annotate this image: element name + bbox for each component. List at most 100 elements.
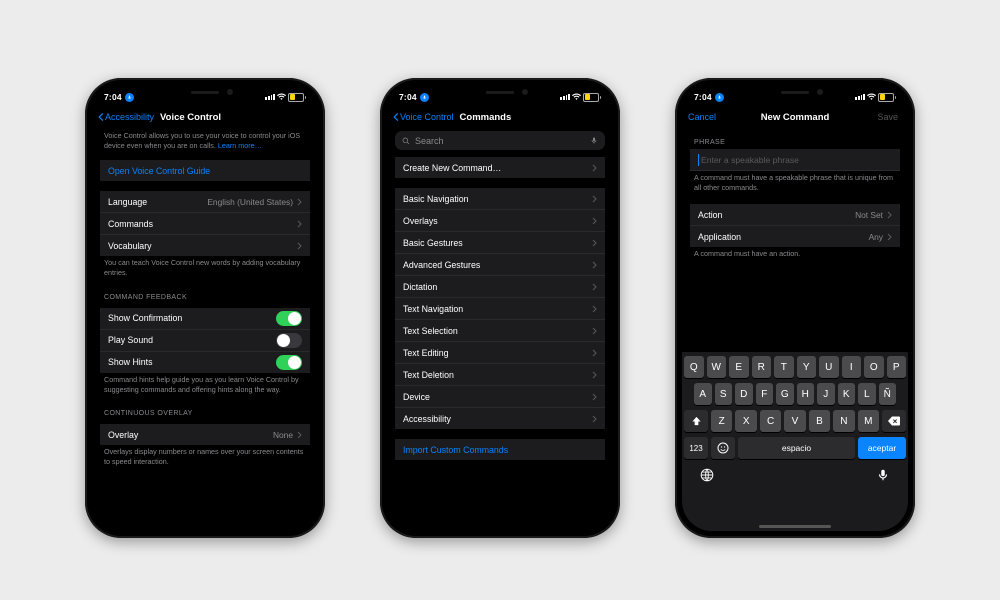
space-key[interactable]: espacio: [738, 437, 855, 459]
microphone-icon: [876, 468, 890, 482]
key[interactable]: P: [887, 356, 907, 378]
key[interactable]: W: [707, 356, 727, 378]
open-guide-row[interactable]: Open Voice Control Guide: [100, 160, 310, 181]
phone-voice-control-settings: 7:04 Accessibility Voice Control: [85, 78, 325, 538]
status-time: 7:04: [694, 92, 712, 102]
category-row[interactable]: Text Editing: [395, 342, 605, 364]
backspace-key[interactable]: [882, 410, 906, 432]
phrase-input[interactable]: Enter a speakable phrase: [690, 149, 900, 171]
key[interactable]: Y: [797, 356, 817, 378]
voice-control-indicator-icon: [715, 93, 724, 102]
play-sound-toggle[interactable]: [276, 333, 302, 348]
intro-text: Voice Control allows you to use your voi…: [100, 129, 310, 156]
category-row[interactable]: Overlays: [395, 210, 605, 232]
key[interactable]: D: [735, 383, 753, 405]
category-row[interactable]: Text Deletion: [395, 364, 605, 386]
key[interactable]: H: [797, 383, 815, 405]
show-confirmation-toggle[interactable]: [276, 311, 302, 326]
key[interactable]: V: [784, 410, 805, 432]
key[interactable]: F: [756, 383, 774, 405]
show-hints-row[interactable]: Show Hints: [100, 352, 310, 373]
play-sound-row[interactable]: Play Sound: [100, 330, 310, 352]
category-row[interactable]: Dictation: [395, 276, 605, 298]
key[interactable]: K: [838, 383, 856, 405]
keyboard[interactable]: Q W E R T Y U I O P A S D F G H: [682, 352, 908, 531]
category-row[interactable]: Device: [395, 386, 605, 408]
emoji-icon: [717, 442, 729, 454]
nav-bar: Cancel New Command Save: [682, 107, 908, 127]
return-key[interactable]: aceptar: [858, 437, 906, 459]
vocabulary-note: You can teach Voice Control new words by…: [100, 256, 310, 283]
hints-note: Command hints help guide you as you lear…: [100, 373, 310, 400]
overlay-row[interactable]: Overlay None: [100, 424, 310, 445]
overlay-note: Overlays display numbers or names over y…: [100, 445, 310, 472]
action-note: A command must have an action.: [690, 247, 900, 265]
key[interactable]: S: [715, 383, 733, 405]
key[interactable]: L: [858, 383, 876, 405]
key[interactable]: C: [760, 410, 781, 432]
show-confirmation-row[interactable]: Show Confirmation: [100, 308, 310, 330]
nav-bar: Voice Control Commands: [387, 107, 613, 127]
key[interactable]: A: [694, 383, 712, 405]
wifi-icon: [572, 93, 581, 102]
phrase-placeholder: Enter a speakable phrase: [701, 155, 799, 165]
back-button[interactable]: Voice Control: [393, 112, 454, 122]
category-row[interactable]: Text Navigation: [395, 298, 605, 320]
back-button[interactable]: Accessibility: [98, 112, 154, 122]
key[interactable]: M: [858, 410, 879, 432]
key[interactable]: E: [729, 356, 749, 378]
back-label: Accessibility: [105, 112, 154, 122]
section-header-overlay: CONTINUOUS OVERLAY: [100, 400, 310, 420]
save-button[interactable]: Save: [877, 112, 898, 122]
category-row[interactable]: Accessibility: [395, 408, 605, 429]
key[interactable]: Q: [684, 356, 704, 378]
key[interactable]: X: [735, 410, 756, 432]
key[interactable]: J: [817, 383, 835, 405]
battery-icon: [878, 93, 896, 102]
numbers-key[interactable]: 123: [684, 437, 708, 459]
action-row[interactable]: Action Not Set: [690, 204, 900, 226]
search-field[interactable]: Search: [395, 131, 605, 150]
category-row[interactable]: Advanced Gestures: [395, 254, 605, 276]
device-notch: [155, 85, 255, 102]
key[interactable]: I: [842, 356, 862, 378]
language-row[interactable]: Language English (United States): [100, 191, 310, 213]
key[interactable]: N: [833, 410, 854, 432]
nav-bar: Accessibility Voice Control: [92, 107, 318, 127]
key[interactable]: T: [774, 356, 794, 378]
category-row[interactable]: Basic Navigation: [395, 188, 605, 210]
shift-icon: [691, 416, 702, 427]
battery-icon: [583, 93, 601, 102]
show-hints-toggle[interactable]: [276, 355, 302, 370]
vocabulary-row[interactable]: Vocabulary: [100, 235, 310, 256]
key[interactable]: G: [776, 383, 794, 405]
key[interactable]: Ñ: [879, 383, 897, 405]
cancel-button[interactable]: Cancel: [688, 112, 716, 122]
phrase-note: A command must have a speakable phrase t…: [690, 171, 900, 198]
wifi-icon: [867, 93, 876, 102]
commands-row[interactable]: Commands: [100, 213, 310, 235]
status-time: 7:04: [399, 92, 417, 102]
emoji-key[interactable]: [711, 437, 735, 459]
key[interactable]: Z: [711, 410, 732, 432]
cellular-icon: [265, 94, 274, 100]
globe-key[interactable]: [700, 468, 714, 484]
globe-icon: [700, 468, 714, 482]
key[interactable]: O: [864, 356, 884, 378]
shift-key[interactable]: [684, 410, 708, 432]
microphone-icon[interactable]: [590, 135, 598, 146]
dictation-key[interactable]: [876, 468, 890, 484]
learn-more-link[interactable]: Learn more…: [218, 141, 262, 150]
back-label: Voice Control: [400, 112, 454, 122]
application-row[interactable]: Application Any: [690, 226, 900, 247]
create-new-command-row[interactable]: Create New Command…: [395, 157, 605, 178]
import-custom-commands-row[interactable]: Import Custom Commands: [395, 439, 605, 460]
key[interactable]: U: [819, 356, 839, 378]
wifi-icon: [277, 93, 286, 102]
category-row[interactable]: Text Selection: [395, 320, 605, 342]
home-indicator[interactable]: [759, 525, 831, 528]
search-icon: [402, 137, 410, 145]
category-row[interactable]: Basic Gestures: [395, 232, 605, 254]
key[interactable]: R: [752, 356, 772, 378]
key[interactable]: B: [809, 410, 830, 432]
